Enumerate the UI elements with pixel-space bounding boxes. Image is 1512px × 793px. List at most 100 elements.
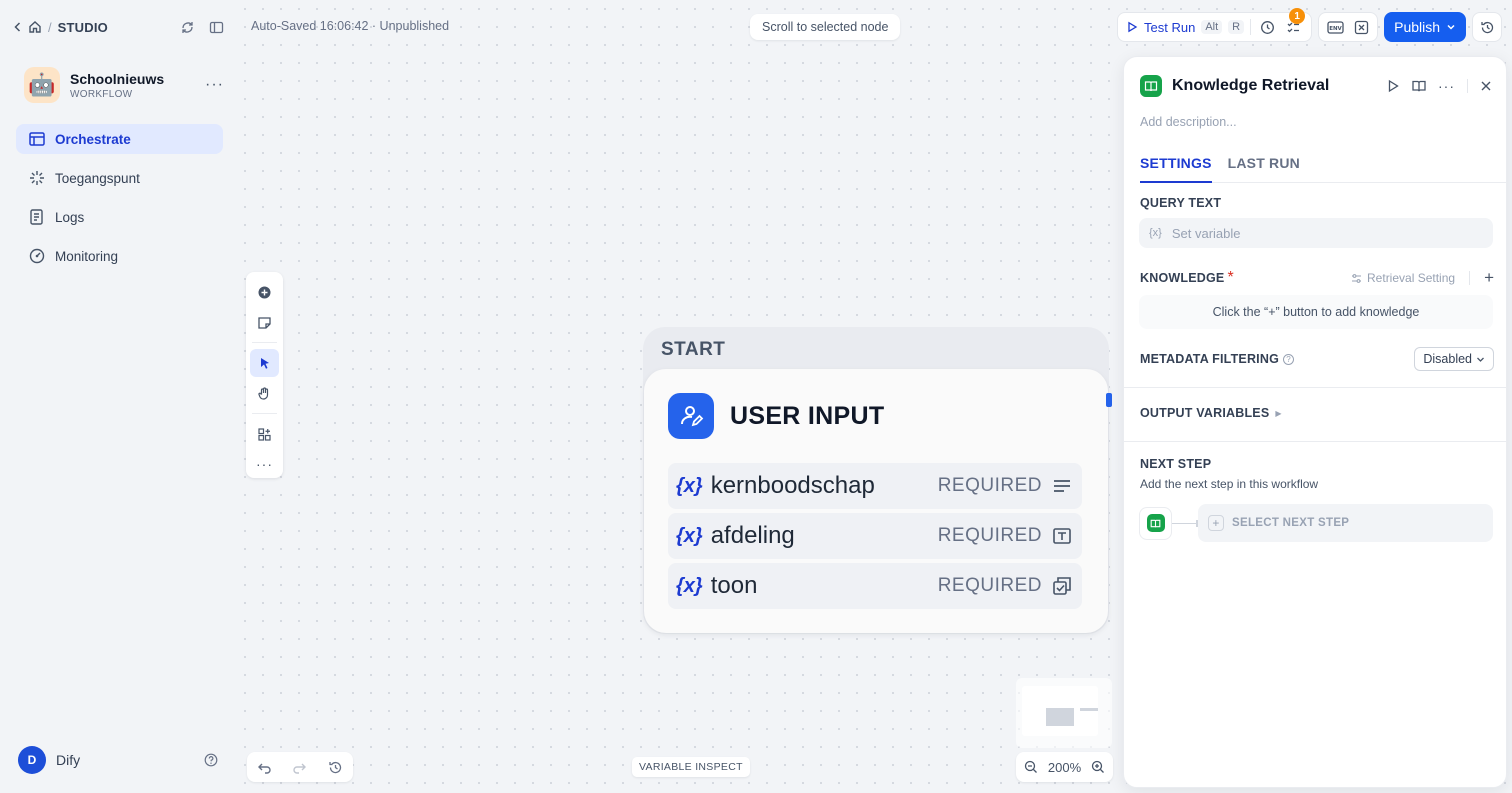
- input-variable-row[interactable]: {x} kernboodschap REQUIRED: [668, 463, 1082, 509]
- input-variable-row[interactable]: {x} afdeling REQUIRED: [668, 513, 1082, 559]
- start-node[interactable]: START USER INPUT {x} kernboodschap REQUI…: [643, 327, 1109, 634]
- conversation-variables-icon[interactable]: [1354, 20, 1369, 35]
- add-note-button[interactable]: [250, 308, 279, 336]
- metadata-filtering-select[interactable]: Disabled: [1414, 347, 1494, 371]
- knowledge-empty-state: Click the “+” button to add knowledge: [1139, 295, 1493, 329]
- tab-last-run[interactable]: LAST RUN: [1228, 153, 1300, 183]
- more-tools-button[interactable]: ···: [250, 450, 279, 478]
- zoom-control: 200%: [1016, 752, 1113, 782]
- select-next-step-button[interactable]: + SELECT NEXT STEP: [1198, 504, 1493, 542]
- home-icon[interactable]: [28, 20, 42, 34]
- pointer-mode-button[interactable]: [250, 349, 279, 377]
- sync-icon[interactable]: [180, 20, 195, 35]
- zoom-level[interactable]: 200%: [1048, 760, 1081, 775]
- variable-name: afdeling: [710, 522, 795, 549]
- connector-line: [1172, 519, 1198, 527]
- env-icon[interactable]: ENV: [1327, 20, 1344, 35]
- chevron-down-icon: [1477, 357, 1484, 362]
- description-input[interactable]: Add description...: [1140, 115, 1237, 129]
- hand-mode-button[interactable]: [250, 379, 279, 407]
- divider: [1250, 19, 1252, 35]
- publish-button[interactable]: Publish: [1384, 12, 1467, 42]
- svg-text:ENV: ENV: [1329, 26, 1342, 32]
- variable-name: toon: [710, 572, 758, 599]
- publish-label: Publish: [1394, 19, 1441, 35]
- divider: [1124, 441, 1506, 442]
- query-variable-placeholder: Set variable: [1171, 225, 1241, 241]
- add-knowledge-button[interactable]: +: [1484, 268, 1494, 288]
- more-icon: ···: [256, 456, 273, 472]
- variable-name: kernboodschap: [710, 472, 875, 499]
- zoom-in-icon[interactable]: [1091, 760, 1105, 774]
- history-icon: [1480, 21, 1493, 33]
- query-text-label: QUERY TEXT: [1140, 196, 1222, 210]
- add-node-button[interactable]: [250, 278, 279, 306]
- help-docs-icon[interactable]: [1412, 79, 1426, 93]
- help-icon[interactable]: [204, 753, 218, 767]
- knowledge-retrieval-icon: [1146, 514, 1165, 532]
- sidebar: / STUDIO 🤖 Schoolnieuws WORKFLOW ··· Orc…: [0, 0, 236, 789]
- breadcrumb-studio[interactable]: STUDIO: [58, 20, 108, 35]
- more-options-icon[interactable]: ···: [1438, 78, 1455, 94]
- tab-settings[interactable]: SETTINGS: [1140, 153, 1212, 183]
- collapse-sidebar-icon[interactable]: [209, 20, 224, 35]
- paragraph-icon: [1052, 476, 1072, 496]
- panel-tabs: SETTINGS LAST RUN: [1140, 153, 1506, 183]
- divider: [1469, 271, 1471, 285]
- app-card[interactable]: 🤖 Schoolnieuws WORKFLOW ···: [24, 66, 224, 104]
- zoom-out-icon[interactable]: [1024, 760, 1038, 774]
- sidebar-item-label: Monitoring: [55, 248, 119, 264]
- more-options-icon[interactable]: ···: [205, 76, 224, 94]
- version-history-button[interactable]: [1472, 12, 1503, 42]
- variable-icon: {x}: [676, 574, 703, 597]
- app-type: WORKFLOW: [70, 88, 133, 100]
- variable-inspect-button[interactable]: VARIABLE INSPECT: [632, 757, 750, 777]
- undo-icon[interactable]: [257, 760, 272, 775]
- sidebar-item-label: Logs: [55, 209, 85, 225]
- divider: [1467, 79, 1468, 93]
- panel-title[interactable]: Knowledge Retrieval: [1172, 77, 1329, 95]
- sidebar-item-monitoring[interactable]: Monitoring: [16, 241, 223, 271]
- history-icon[interactable]: [328, 760, 343, 775]
- user-input-node[interactable]: USER INPUT {x} kernboodschap REQUIRED {x…: [644, 369, 1108, 633]
- sidebar-item-orchestrate[interactable]: Orchestrate: [16, 124, 223, 154]
- autosave-status: Auto-Saved 16:06:42 · Unpublished: [251, 19, 450, 33]
- output-variables-toggle[interactable]: OUTPUT VARIABLES ▶: [1140, 406, 1282, 420]
- run-history-button[interactable]: [1257, 12, 1277, 42]
- sidebar-item-logs[interactable]: Logs: [16, 202, 223, 232]
- avatar[interactable]: D: [18, 746, 46, 774]
- help-icon[interactable]: ?: [1283, 353, 1294, 365]
- shortcut-key-alt: Alt: [1201, 20, 1223, 34]
- redo-icon[interactable]: [292, 760, 307, 775]
- variable-icon: {x}: [676, 524, 703, 547]
- checklist-button[interactable]: 1: [1283, 8, 1306, 42]
- next-step-row: + SELECT NEXT STEP: [1139, 504, 1493, 542]
- output-variables-label: OUTPUT VARIABLES: [1140, 406, 1270, 420]
- history-controls: [247, 752, 353, 782]
- required-label: REQUIRED: [937, 575, 1042, 596]
- close-icon[interactable]: [1480, 80, 1492, 92]
- knowledge-header: KNOWLEDGE * Retrieval Setting +: [1140, 268, 1494, 288]
- back-icon[interactable]: [12, 21, 24, 33]
- query-variable-input[interactable]: {x} Set variable: [1139, 218, 1493, 248]
- plus-circle-icon: [258, 286, 271, 298]
- run-node-icon[interactable]: [1386, 79, 1400, 93]
- input-variable-row[interactable]: {x} toon REQUIRED: [668, 563, 1082, 609]
- note-icon: [258, 316, 271, 329]
- node-title: USER INPUT: [730, 401, 885, 430]
- app-name: Schoolnieuws: [70, 70, 165, 87]
- orchestrate-icon: [29, 132, 45, 146]
- minimap[interactable]: [1016, 678, 1112, 748]
- sidebar-item-toegangspunt[interactable]: Toegangspunt: [16, 163, 223, 193]
- scroll-to-selected-button[interactable]: Scroll to selected node: [750, 14, 901, 40]
- node-output-handle[interactable]: [1106, 393, 1112, 407]
- plus-icon: +: [1208, 515, 1224, 531]
- metadata-filtering-label: METADATA FILTERING: [1140, 352, 1279, 366]
- metadata-filtering-value: Disabled: [1423, 352, 1472, 366]
- organize-blocks-button[interactable]: [250, 420, 279, 448]
- breadcrumb-separator: /: [48, 19, 52, 35]
- workflow-toolbar: Test Run Alt R 1 ENV Publish: [1117, 8, 1503, 42]
- user-name[interactable]: Dify: [56, 752, 80, 768]
- test-run-button[interactable]: Test Run: [1144, 20, 1195, 35]
- retrieval-setting-button[interactable]: Retrieval Setting: [1351, 271, 1455, 285]
